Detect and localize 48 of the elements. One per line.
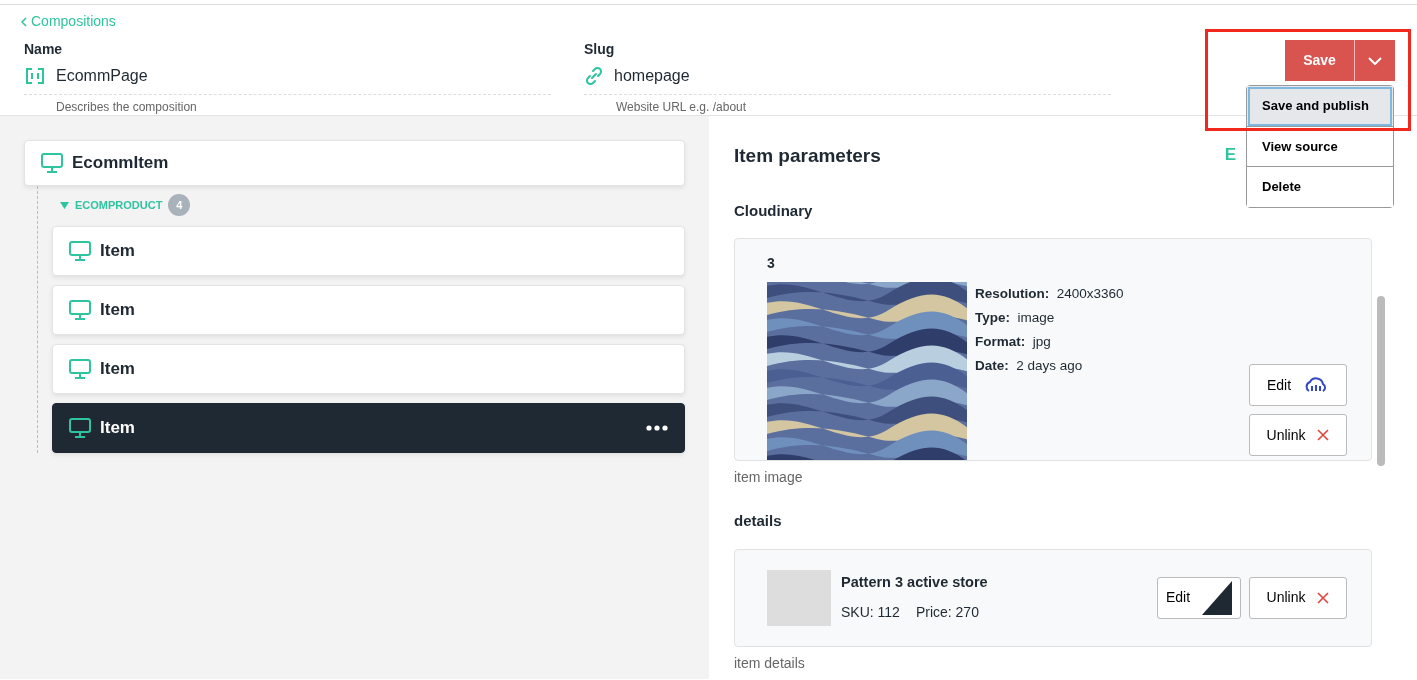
card-title: Pattern 3 active store [841,573,988,593]
text-field[interactable]: EcommPage [24,60,551,95]
field-hint: Website URL e.g. /about [616,99,748,116]
field-label: Slug [584,40,616,59]
monitor-icon [41,153,63,173]
meta-text: Price: 270 [915,602,979,622]
slot-label: ECOMPRODUCT [75,197,163,213]
text-field[interactable]: homepage [584,60,1111,95]
meta-text: SKU: 112 [841,602,900,622]
card-title: 3 [767,254,776,273]
action-button[interactable]: Unlink [1249,414,1347,456]
image-placeholder [767,569,831,626]
meta-text: Type: image [975,309,1056,327]
monitor-icon [69,418,91,438]
action-button[interactable]: Unlink [1249,576,1347,619]
component-icon [24,67,46,85]
tree-node[interactable]: Item [52,344,685,394]
panel-title: Item parameters [734,144,881,168]
meta-text: Format: jpg [975,333,1052,351]
tree-node[interactable]: Item [52,285,685,335]
field-caption: item image [734,468,804,487]
monitor-icon [69,241,91,261]
monitor-icon [69,359,91,379]
section-heading: Cloudinary [734,200,814,221]
close-icon [1317,591,1330,604]
monitor-icon [69,300,91,320]
tree-node[interactable]: EcommItem [24,140,685,186]
caret-down-icon[interactable] [60,201,69,209]
save-button[interactable]: Save [1285,40,1354,81]
scrollbar[interactable] [1377,296,1385,466]
more-icon[interactable] [646,425,668,431]
action-button[interactable]: Edit [1157,576,1241,619]
close-icon [1317,429,1330,441]
count-badge: 4 [168,194,191,216]
action-button[interactable]: Edit [1249,364,1347,406]
field-caption: item details [734,653,806,673]
field-label: Name [24,40,64,59]
menu-item[interactable]: Save and publish [1247,86,1393,127]
link-icon [584,66,604,86]
meta-text: Date: 2 days ago [975,357,1084,375]
tree-node[interactable]: Item [52,226,685,276]
chevron-down-icon [1368,56,1382,65]
meta-text: Resolution: 2400x3360 [975,285,1124,303]
dropdown-toggle-button[interactable] [1354,40,1395,81]
field-hint: Describes the composition [56,99,198,116]
tree-node[interactable]: Item [52,403,685,453]
section-heading: details [734,511,783,531]
chevron-left-icon [20,17,27,28]
